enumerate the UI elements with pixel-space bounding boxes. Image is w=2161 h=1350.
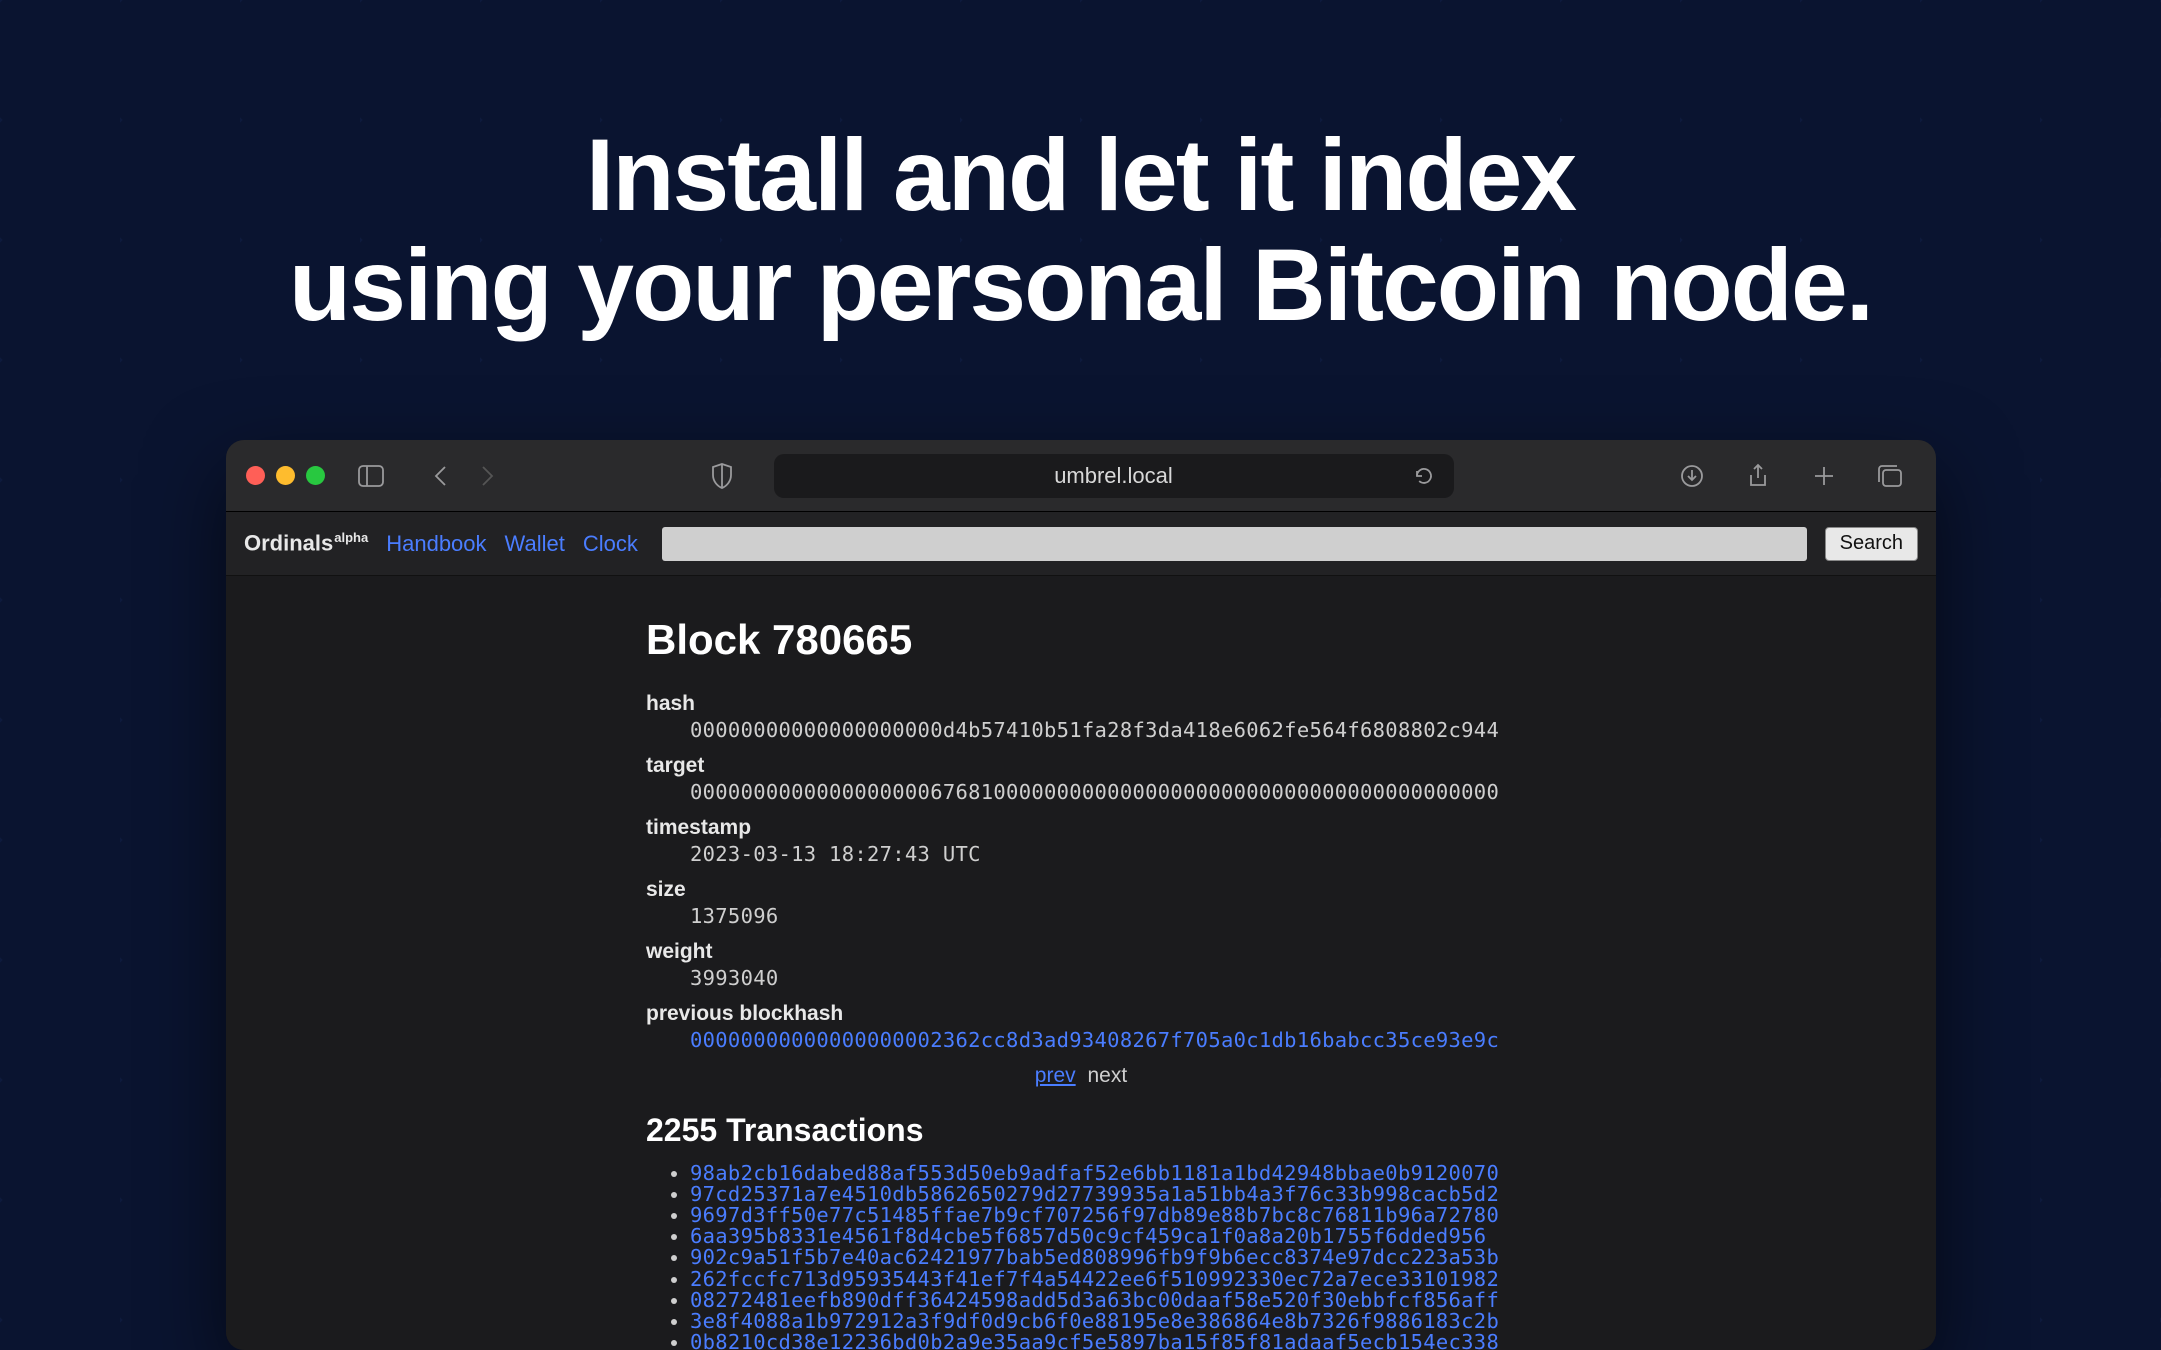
pagination: prev next bbox=[646, 1064, 1516, 1088]
transaction-item: 9697d3ff50e77c51485ffae7b9cf707256f97db8… bbox=[690, 1205, 1516, 1226]
field-label-timestamp: timestamp bbox=[646, 816, 1516, 840]
share-icon[interactable] bbox=[1740, 458, 1776, 494]
field-value-hash: 00000000000000000000d4b57410b51fa28f3da4… bbox=[690, 718, 1516, 742]
app-navbar: Ordinalsalpha Handbook Wallet Clock Sear… bbox=[226, 512, 1936, 576]
downloads-icon[interactable] bbox=[1674, 458, 1710, 494]
new-tab-icon[interactable] bbox=[1806, 458, 1842, 494]
field-value-timestamp: 2023-03-13 18:27:43 UTC bbox=[690, 842, 1516, 866]
marketing-headline: Install and let it index using your pers… bbox=[0, 0, 2161, 340]
reload-icon[interactable] bbox=[1406, 458, 1442, 494]
transaction-item: 3e8f4088a1b972912a3f9df0d9cb6f0e88195e8e… bbox=[690, 1311, 1516, 1332]
transaction-link[interactable]: 0b8210cd38e12236bd0b2a9e35aa9cf5e5897ba1… bbox=[690, 1330, 1499, 1350]
field-value-prevhash: 00000000000000000002362cc8d3ad93408267f7… bbox=[690, 1028, 1516, 1052]
browser-titlebar: umbrel.local bbox=[226, 440, 1936, 512]
privacy-shield-icon[interactable] bbox=[704, 458, 740, 494]
field-label-prevhash: previous blockhash bbox=[646, 1002, 1516, 1026]
brand-logo[interactable]: Ordinalsalpha bbox=[244, 530, 368, 556]
nav-link-handbook[interactable]: Handbook bbox=[386, 531, 486, 557]
transaction-item: 97cd25371a7e4510db5862650279d27739935a1a… bbox=[690, 1184, 1516, 1205]
tab-overview-icon[interactable] bbox=[1872, 458, 1908, 494]
headline-line2: using your personal Bitcoin node. bbox=[0, 230, 2161, 340]
brand-sup: alpha bbox=[334, 530, 368, 545]
window-close-button[interactable] bbox=[246, 466, 265, 485]
field-value-target: 0000000000000000000676810000000000000000… bbox=[690, 780, 1516, 804]
block-details: hash 00000000000000000000d4b57410b51fa28… bbox=[646, 692, 1516, 1052]
window-minimize-button[interactable] bbox=[276, 466, 295, 485]
nav-back-icon[interactable] bbox=[423, 458, 459, 494]
next-link-disabled: next bbox=[1088, 1064, 1128, 1087]
traffic-lights bbox=[246, 466, 325, 485]
field-label-weight: weight bbox=[646, 940, 1516, 964]
headline-line1: Install and let it index bbox=[0, 120, 2161, 230]
field-label-target: target bbox=[646, 754, 1516, 778]
nav-link-clock[interactable]: Clock bbox=[583, 531, 638, 557]
transaction-item: 262fccfc713d95935443f41ef7f4a54422ee6f51… bbox=[690, 1269, 1516, 1290]
transaction-item: 6aa395b8331e4561f8d4cbe5f6857d50c9cf459c… bbox=[690, 1226, 1516, 1247]
prev-block-link[interactable]: 00000000000000000002362cc8d3ad93408267f7… bbox=[690, 1028, 1499, 1052]
nav-forward-icon[interactable] bbox=[469, 458, 505, 494]
field-value-weight: 3993040 bbox=[690, 966, 1516, 990]
field-label-hash: hash bbox=[646, 692, 1516, 716]
address-bar[interactable]: umbrel.local bbox=[774, 454, 1454, 498]
transactions-heading: 2255 Transactions bbox=[646, 1112, 1516, 1149]
search-button[interactable]: Search bbox=[1825, 527, 1918, 561]
address-bar-text: umbrel.local bbox=[1054, 463, 1173, 489]
prev-link[interactable]: prev bbox=[1035, 1064, 1076, 1087]
search-input[interactable] bbox=[662, 527, 1807, 561]
browser-window: umbrel.local Ordinalsalpha Handbook bbox=[226, 440, 1936, 1350]
transaction-list: 98ab2cb16dabed88af553d50eb9adfaf52e6bb11… bbox=[646, 1163, 1516, 1350]
transaction-item: 08272481eefb890dff36424598add5d3a63bc00d… bbox=[690, 1290, 1516, 1311]
page-content: Block 780665 hash 00000000000000000000d4… bbox=[226, 576, 1936, 1350]
transaction-item: 0b8210cd38e12236bd0b2a9e35aa9cf5e5897ba1… bbox=[690, 1332, 1516, 1350]
field-label-size: size bbox=[646, 878, 1516, 902]
window-maximize-button[interactable] bbox=[306, 466, 325, 485]
sidebar-toggle-icon[interactable] bbox=[353, 458, 389, 494]
page-title: Block 780665 bbox=[646, 616, 1516, 664]
field-value-size: 1375096 bbox=[690, 904, 1516, 928]
brand-text: Ordinals bbox=[244, 531, 333, 556]
nav-link-wallet[interactable]: Wallet bbox=[505, 531, 565, 557]
transaction-item: 98ab2cb16dabed88af553d50eb9adfaf52e6bb11… bbox=[690, 1163, 1516, 1184]
transaction-item: 902c9a51f5b7e40ac62421977bab5ed808996fb9… bbox=[690, 1247, 1516, 1268]
